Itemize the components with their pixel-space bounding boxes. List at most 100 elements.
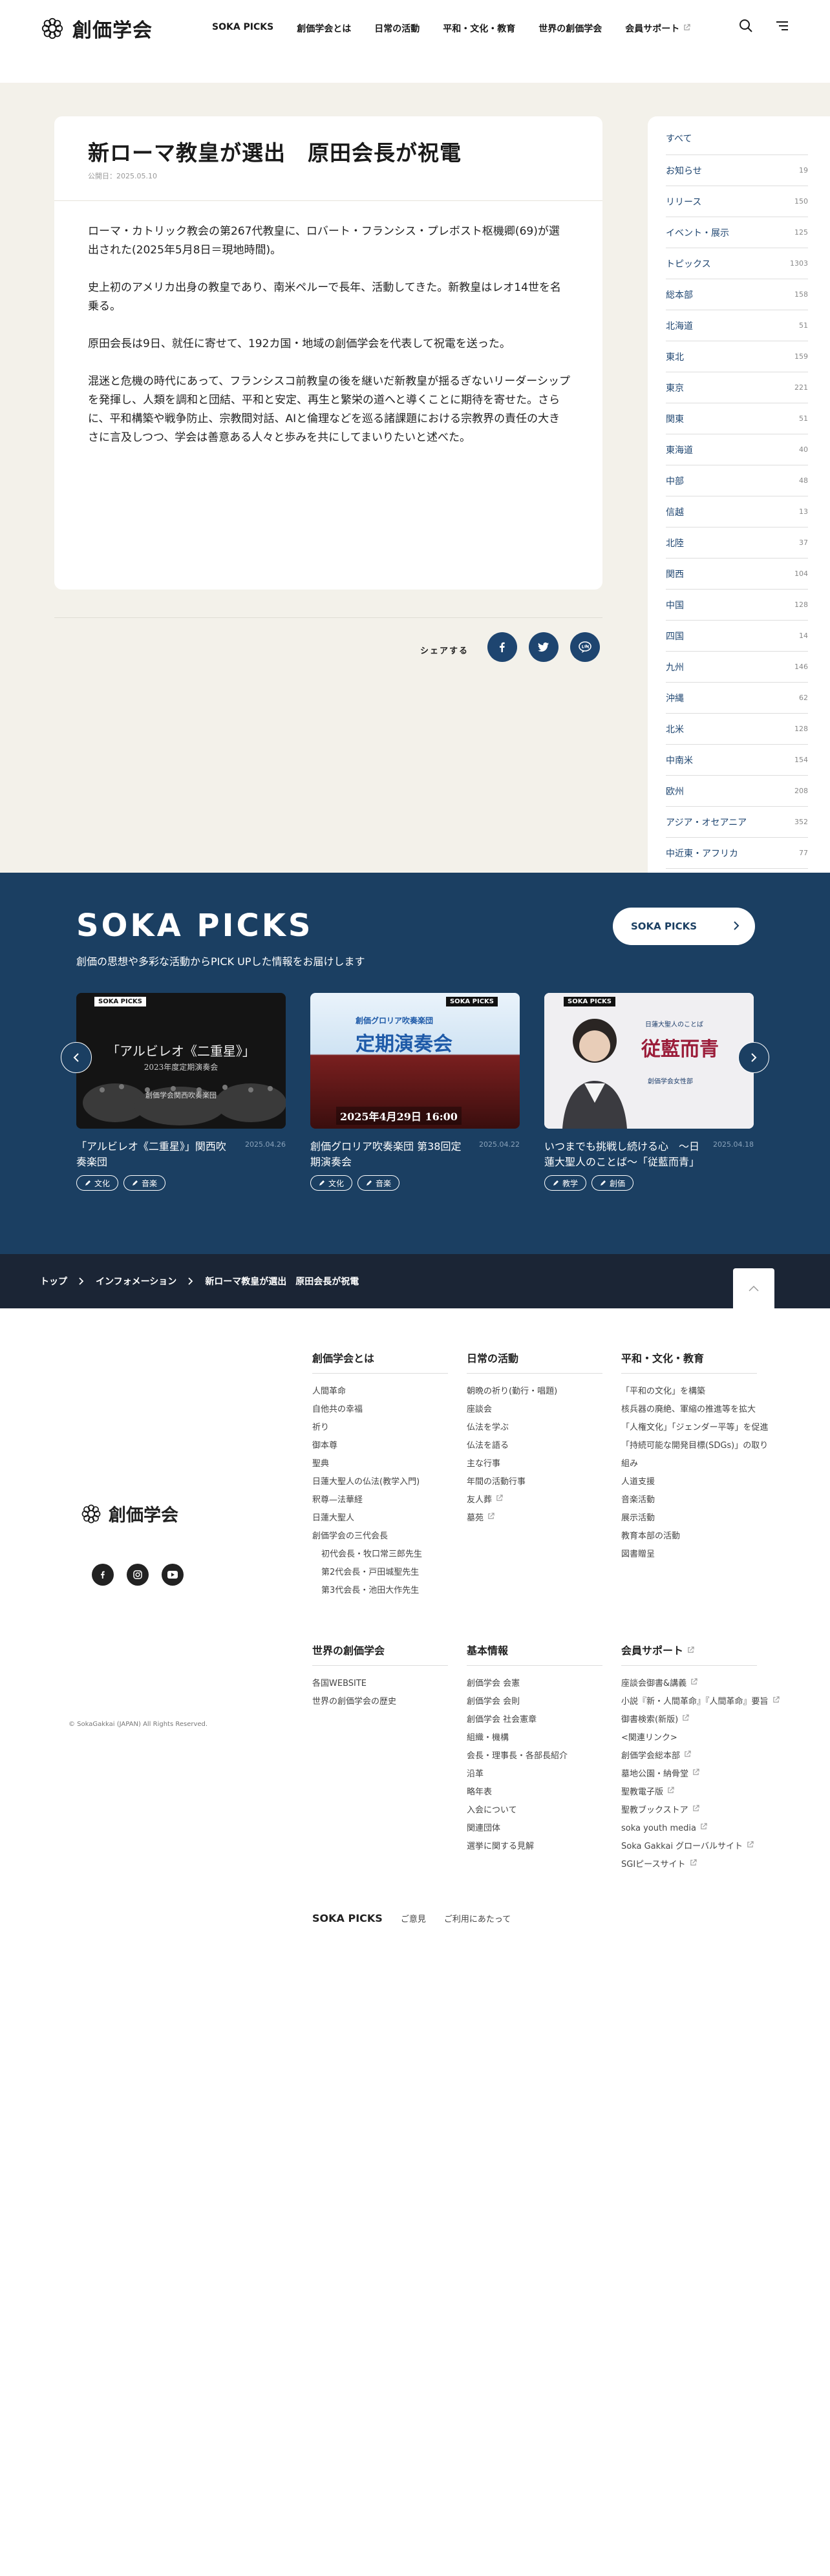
- nav-support[interactable]: 会員サポート: [625, 22, 690, 35]
- carousel-next-button[interactable]: [738, 1042, 769, 1073]
- footer-col-heading[interactable]: 世界の創価学会: [312, 1642, 448, 1666]
- sidebar-item[interactable]: 北米 128: [666, 714, 808, 745]
- footer-link[interactable]: 人道支援: [621, 1473, 776, 1491]
- footer-col-heading[interactable]: 創価学会とは: [312, 1350, 448, 1374]
- sidebar-item[interactable]: 関東 51: [666, 403, 808, 434]
- search-icon[interactable]: [738, 18, 754, 36]
- facebook-share-button[interactable]: [487, 632, 517, 662]
- pick-card[interactable]: SOKA PICKS 日蓮大聖人のことば 従藍而青 創価学会女性部 いつまでも挑…: [544, 993, 754, 1191]
- footer-link[interactable]: 会長・理事長・各部長紹介: [467, 1747, 609, 1765]
- footer-link[interactable]: 聖典: [312, 1455, 454, 1473]
- footer-link[interactable]: 第3代会長・池田大作先生: [312, 1582, 454, 1600]
- sidebar-item[interactable]: すべて: [666, 132, 808, 155]
- footer-link[interactable]: 聖教電子版: [621, 1783, 783, 1802]
- footer-feedback-link[interactable]: ご意見: [401, 1912, 426, 1924]
- sidebar-item[interactable]: お知らせ 19: [666, 155, 808, 186]
- footer-link[interactable]: Soka Gakkai グローバルサイト: [621, 1838, 783, 1856]
- footer-link[interactable]: 友人葬: [467, 1491, 609, 1509]
- footer-link[interactable]: 年間の活動行事: [467, 1473, 609, 1491]
- sidebar-item[interactable]: イベント・展示 125: [666, 217, 808, 248]
- footer-terms-link[interactable]: ご利用にあたって: [444, 1912, 511, 1924]
- footer-link[interactable]: 音楽活動: [621, 1491, 776, 1509]
- footer-link[interactable]: 仏法を学ぶ: [467, 1419, 609, 1437]
- tag-chip[interactable]: 音楽: [123, 1175, 166, 1191]
- footer-link[interactable]: 図書贈呈: [621, 1546, 776, 1564]
- footer-link[interactable]: 小説『新・人間革命』『人間革命』要旨: [621, 1693, 783, 1711]
- sidebar-item[interactable]: 北海道 51: [666, 310, 808, 341]
- sidebar-item[interactable]: 欧州 208: [666, 776, 808, 807]
- breadcrumb-top[interactable]: トップ: [40, 1275, 67, 1288]
- nav-peace[interactable]: 平和・文化・教育: [443, 22, 515, 35]
- sidebar-item[interactable]: アジア・オセアニア 352: [666, 807, 808, 838]
- footer-link[interactable]: 朝晩の祈り(勤行・唱題): [467, 1383, 609, 1401]
- nav-daily[interactable]: 日常の活動: [374, 22, 420, 35]
- footer-link[interactable]: 自他共の幸福: [312, 1401, 454, 1419]
- footer-link[interactable]: 墓苑: [467, 1509, 609, 1528]
- sidebar-item[interactable]: トピックス 1303: [666, 248, 808, 279]
- footer-link[interactable]: 創価学会 会憲: [467, 1675, 609, 1693]
- footer-link[interactable]: SGIピースサイト: [621, 1856, 783, 1874]
- footer-link[interactable]: soka youth media: [621, 1820, 783, 1838]
- footer-link[interactable]: 墓地公園・納骨堂: [621, 1765, 783, 1783]
- sidebar-item[interactable]: 九州 146: [666, 652, 808, 683]
- facebook-link[interactable]: [92, 1564, 114, 1586]
- pick-card[interactable]: SOKA PICKS 創価グロリア吹奏楽団 定期演奏会 2025年4月29日 1…: [310, 993, 520, 1191]
- footer-col-heading[interactable]: 日常の活動: [467, 1350, 602, 1374]
- footer-link[interactable]: 入会について: [467, 1802, 609, 1820]
- footer-link[interactable]: 沿革: [467, 1765, 609, 1783]
- tag-chip[interactable]: 音楽: [357, 1175, 400, 1191]
- nav-soka-picks[interactable]: SOKA PICKS: [212, 22, 273, 35]
- footer-link[interactable]: 仏法を語る: [467, 1437, 609, 1455]
- footer-link[interactable]: 日蓮大聖人: [312, 1509, 454, 1528]
- footer-link[interactable]: 「持続可能な開発目標(SDGs)」の取り組み: [621, 1437, 776, 1473]
- sidebar-item[interactable]: 東北 159: [666, 341, 808, 372]
- sidebar-item[interactable]: 北陸 37: [666, 527, 808, 559]
- site-logo[interactable]: 創価学会: [40, 14, 153, 43]
- footer-link[interactable]: 人間革命: [312, 1383, 454, 1401]
- footer-link[interactable]: 初代会長・牧口常三郎先生: [312, 1546, 454, 1564]
- footer-link[interactable]: 第2代会長・戸田城聖先生: [312, 1564, 454, 1582]
- sidebar-item[interactable]: 中近東・アフリカ 77: [666, 838, 808, 869]
- nav-about[interactable]: 創価学会とは: [297, 22, 351, 35]
- footer-link[interactable]: 創価学会 会則: [467, 1693, 609, 1711]
- menu-icon[interactable]: [774, 18, 790, 36]
- footer-link[interactable]: 座談会御書&講義: [621, 1675, 783, 1693]
- footer-link[interactable]: 主な行事: [467, 1455, 609, 1473]
- sidebar-item[interactable]: 中国 128: [666, 590, 808, 621]
- sidebar-item[interactable]: 沖縄 62: [666, 683, 808, 714]
- footer-link[interactable]: 教育本部の活動: [621, 1528, 776, 1546]
- breadcrumb-information[interactable]: インフォメーション: [96, 1275, 176, 1288]
- footer-link[interactable]: 関連団体: [467, 1820, 609, 1838]
- footer-link[interactable]: 展示活動: [621, 1509, 776, 1528]
- line-share-button[interactable]: [570, 632, 600, 662]
- carousel-prev-button[interactable]: [61, 1042, 92, 1073]
- sidebar-item[interactable]: リリース 150: [666, 186, 808, 217]
- tag-chip[interactable]: 教学: [544, 1175, 587, 1191]
- footer-link[interactable]: 「人権文化」「ジェンダー平等」を促進: [621, 1419, 776, 1437]
- sidebar-item[interactable]: 四国 14: [666, 621, 808, 652]
- footer-link[interactable]: 創価学会の三代会長: [312, 1528, 454, 1546]
- tag-chip[interactable]: 文化: [310, 1175, 353, 1191]
- footer-link[interactable]: 「平和の文化」を構築: [621, 1383, 776, 1401]
- footer-link[interactable]: 座談会: [467, 1401, 609, 1419]
- twitter-share-button[interactable]: [529, 632, 559, 662]
- footer-link[interactable]: 聖教ブックストア: [621, 1802, 783, 1820]
- footer-link[interactable]: 日蓮大聖人の仏法(教学入門): [312, 1473, 454, 1491]
- footer-link[interactable]: 略年表: [467, 1783, 609, 1802]
- sidebar-item[interactable]: 総本部 158: [666, 279, 808, 310]
- nav-world[interactable]: 世界の創価学会: [538, 22, 602, 35]
- footer-logo[interactable]: 創価学会: [80, 1501, 178, 1526]
- sidebar-item[interactable]: 関西 104: [666, 559, 808, 590]
- footer-soka-picks-link[interactable]: SOKA PICKS: [312, 1912, 383, 1924]
- sidebar-item[interactable]: 中南米 154: [666, 745, 808, 776]
- footer-link[interactable]: 御本尊: [312, 1437, 454, 1455]
- instagram-link[interactable]: [127, 1564, 149, 1586]
- footer-col-heading[interactable]: 会員サポート: [621, 1642, 757, 1666]
- footer-link[interactable]: 世界の創価学会の歴史: [312, 1693, 454, 1711]
- footer-link[interactable]: 御書検索(新版): [621, 1711, 783, 1729]
- tag-chip[interactable]: 創価: [591, 1175, 634, 1191]
- footer-link[interactable]: 創価学会 社会憲章: [467, 1711, 609, 1729]
- footer-link[interactable]: 創価学会総本部: [621, 1747, 783, 1765]
- footer-link[interactable]: 祈り: [312, 1419, 454, 1437]
- footer-link[interactable]: 核兵器の廃絶、軍縮の推進等を拡大: [621, 1401, 776, 1419]
